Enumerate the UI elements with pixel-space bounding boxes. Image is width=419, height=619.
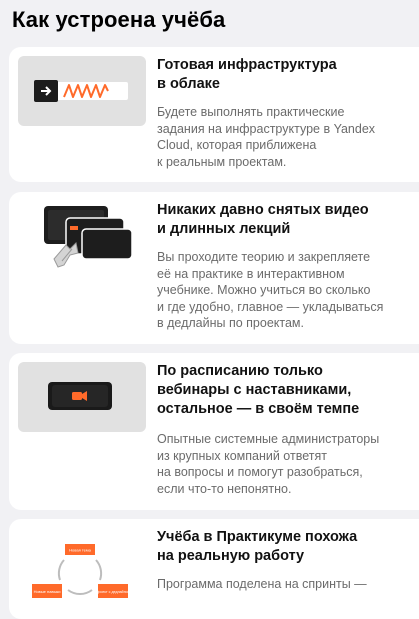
card-title: По расписанию только вебинары с наставни…: [157, 363, 360, 417]
svg-text:Новые навыки: Новые навыки: [34, 589, 61, 594]
card-title: Готовая инфраструктура в облаке: [157, 57, 337, 92]
card-title: Учёба в Практикуме похожа на реальную ра…: [157, 529, 358, 564]
webinar-camera-illustration: [18, 362, 146, 432]
svg-text:Новая тема: Новая тема: [69, 548, 91, 553]
card-description: Программа поделена на спринты —: [157, 577, 367, 591]
card-webinars-schedule: По расписанию только вебинары с наставни…: [9, 353, 419, 510]
card-description: Опытные системные администраторы из круп…: [157, 432, 380, 496]
interactive-textbook-illustration: [18, 201, 146, 271]
svg-text:Проект с дедлайном: Проект с дедлайном: [96, 590, 131, 594]
card-title: Никаких давно снятых видео и длинных лек…: [157, 202, 369, 237]
card-no-old-videos: Никаких давно снятых видео и длинных лек…: [9, 192, 419, 344]
infrastructure-illustration: [18, 56, 146, 126]
card-description: Вы проходите теорию и закрепляете её на …: [157, 250, 384, 330]
card-description: Будете выполнять практические задания на…: [157, 105, 376, 169]
page-title: Как устроена учёба: [12, 7, 226, 32]
card-cloud-infrastructure: Готовая инфраструктура в облаке Будете в…: [9, 47, 419, 182]
sprint-cycle-illustration: Новая тема Новые навыки Проект с дедлайн…: [18, 528, 146, 598]
card-real-work: Новая тема Новые навыки Проект с дедлайн…: [9, 519, 419, 619]
